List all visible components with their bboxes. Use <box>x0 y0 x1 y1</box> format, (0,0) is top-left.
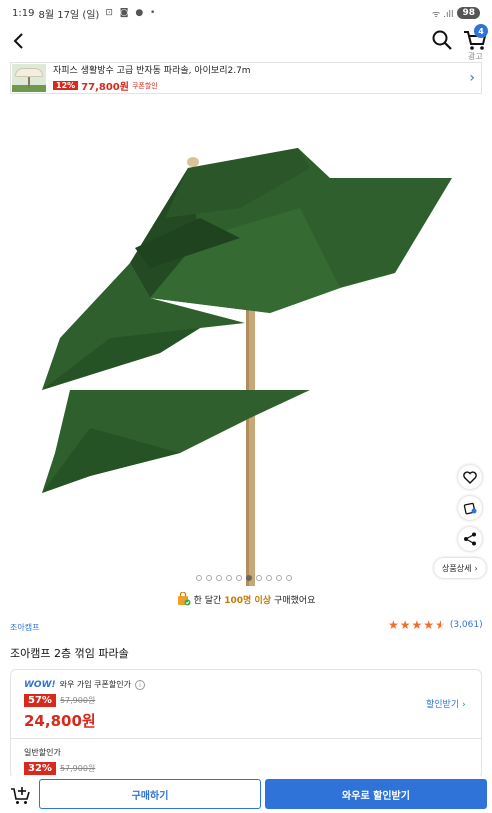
gallery-dot[interactable] <box>236 575 242 581</box>
rating[interactable]: ★ ★ ★ ★ ★ (3,061) <box>388 619 483 631</box>
ad-discount-badge: 12% <box>53 81 79 90</box>
ad-banner[interactable]: 자피스 생활방수 고급 반자동 파라솔, 아이보리2.7m 12% 77,800… <box>10 62 482 94</box>
general-discount-row: 32% 57,900원 <box>24 762 95 775</box>
get-coupon-label: 할인받기 <box>426 700 460 710</box>
half-star-icon: ★ <box>435 618 446 632</box>
star-icon: ★ <box>399 618 411 632</box>
coupon-button[interactable] <box>458 496 482 520</box>
rating-count: (3,061) <box>449 620 483 630</box>
star-icon: ★ <box>423 618 435 632</box>
gallery-dots <box>196 575 292 581</box>
buy-button[interactable]: 구매하기 <box>39 779 261 809</box>
gallery-dot[interactable] <box>196 575 202 581</box>
wow-discount-button[interactable]: 와우로 할인받기 <box>265 779 487 809</box>
ad-label: 광고 <box>468 52 483 61</box>
star-icon: ★ <box>411 618 423 632</box>
chevron-right-icon: › <box>462 700 466 710</box>
info-icon[interactable]: i <box>134 679 145 690</box>
search-icon <box>432 30 452 50</box>
divider <box>11 738 481 739</box>
product-title: 조아캠프 2층 꺾임 파라솔 <box>10 647 129 660</box>
gallery-dot[interactable] <box>216 575 222 581</box>
add-cart-icon <box>11 787 30 804</box>
purchase-notice: 한 달간 100명 이상 구매했어요 <box>0 590 492 608</box>
parasol-image <box>42 148 452 586</box>
back-button[interactable] <box>8 30 30 52</box>
price-box: WOW! 와우 가입 쿠폰할인가 i 57% 57,900원 24,800원 할… <box>10 669 482 779</box>
status-time: 1:19 <box>12 7 35 19</box>
general-original-price: 57,900원 <box>59 764 96 773</box>
gallery-dot[interactable] <box>206 575 212 581</box>
shopping-bag-icon <box>177 591 191 606</box>
share-icon <box>464 532 476 546</box>
coupon-icon <box>463 502 477 515</box>
wow-final-price: 24,800원 <box>24 712 96 730</box>
ad-title: 자피스 생활방수 고급 반자동 파라솔, 아이보리2.7m <box>53 66 251 76</box>
product-detail-button[interactable]: 상품상세 › <box>434 558 486 578</box>
product-image[interactable] <box>0 98 492 588</box>
ad-coupon-text: 쿠폰할인 <box>131 81 158 90</box>
chevron-right-icon: › <box>474 563 478 573</box>
signal-icon: ᯤ .ıll <box>432 9 454 20</box>
ad-thumbnail <box>12 64 46 92</box>
ad-price: 77,800원 <box>81 82 129 93</box>
brand-link[interactable]: 조아캠프 <box>10 622 39 633</box>
status-date: 8월 17일 (일) <box>38 9 100 21</box>
wow-price-label: 와우 가입 쿠폰할인가 <box>59 680 131 689</box>
gallery-dot[interactable] <box>256 575 262 581</box>
gallery-dot[interactable] <box>276 575 282 581</box>
wow-original-price: 57,900원 <box>59 696 96 705</box>
share-button[interactable] <box>458 527 482 551</box>
battery-indicator: 98 <box>457 7 480 19</box>
wow-discount-row: 57% 57,900원 <box>24 694 95 707</box>
star-icon: ★ <box>388 618 399 632</box>
chevron-left-icon <box>13 33 23 49</box>
wow-logo: WOW! <box>24 679 56 690</box>
notice-prefix: 한 달간 <box>193 595 222 606</box>
wow-discount-badge: 57% <box>24 694 56 707</box>
wow-price-header: WOW! 와우 가입 쿠폰할인가 i <box>24 679 145 690</box>
notice-highlight: 100명 이상 <box>224 595 272 606</box>
gallery-dot[interactable] <box>226 575 232 581</box>
add-to-cart-button[interactable] <box>10 784 32 806</box>
gallery-dot[interactable] <box>246 575 252 581</box>
gallery-dot[interactable] <box>286 575 292 581</box>
ad-price-row: 12% 77,800원 쿠폰할인 <box>53 78 251 93</box>
ad-text: 자피스 생활방수 고급 반자동 파라솔, 아이보리2.7m 12% 77,800… <box>53 63 251 93</box>
detail-button-label: 상품상세 <box>442 563 472 573</box>
gallery-dot[interactable] <box>266 575 272 581</box>
status-bar: 1:19 8월 17일 (일) ⊡ ◙ ● • ᯤ .ıll 98 <box>0 0 492 26</box>
general-discount-badge: 32% <box>24 762 56 775</box>
wishlist-button[interactable] <box>458 465 482 489</box>
general-price-label: 일반할인가 <box>24 748 61 757</box>
cart-count-badge: 4 <box>474 24 488 38</box>
search-button[interactable] <box>430 28 454 52</box>
bottom-action-bar: 구매하기 와우로 할인받기 <box>0 776 492 813</box>
notice-suffix: 구매했어요 <box>274 595 316 606</box>
chevron-right-icon: › <box>469 70 475 86</box>
get-coupon-link[interactable]: 할인받기 › <box>426 697 466 710</box>
heart-icon <box>463 470 477 484</box>
app-header <box>0 26 492 60</box>
status-right: ᯤ .ıll 98 <box>432 7 480 20</box>
notification-icons: ⊡ ◙ ● • <box>105 8 158 18</box>
